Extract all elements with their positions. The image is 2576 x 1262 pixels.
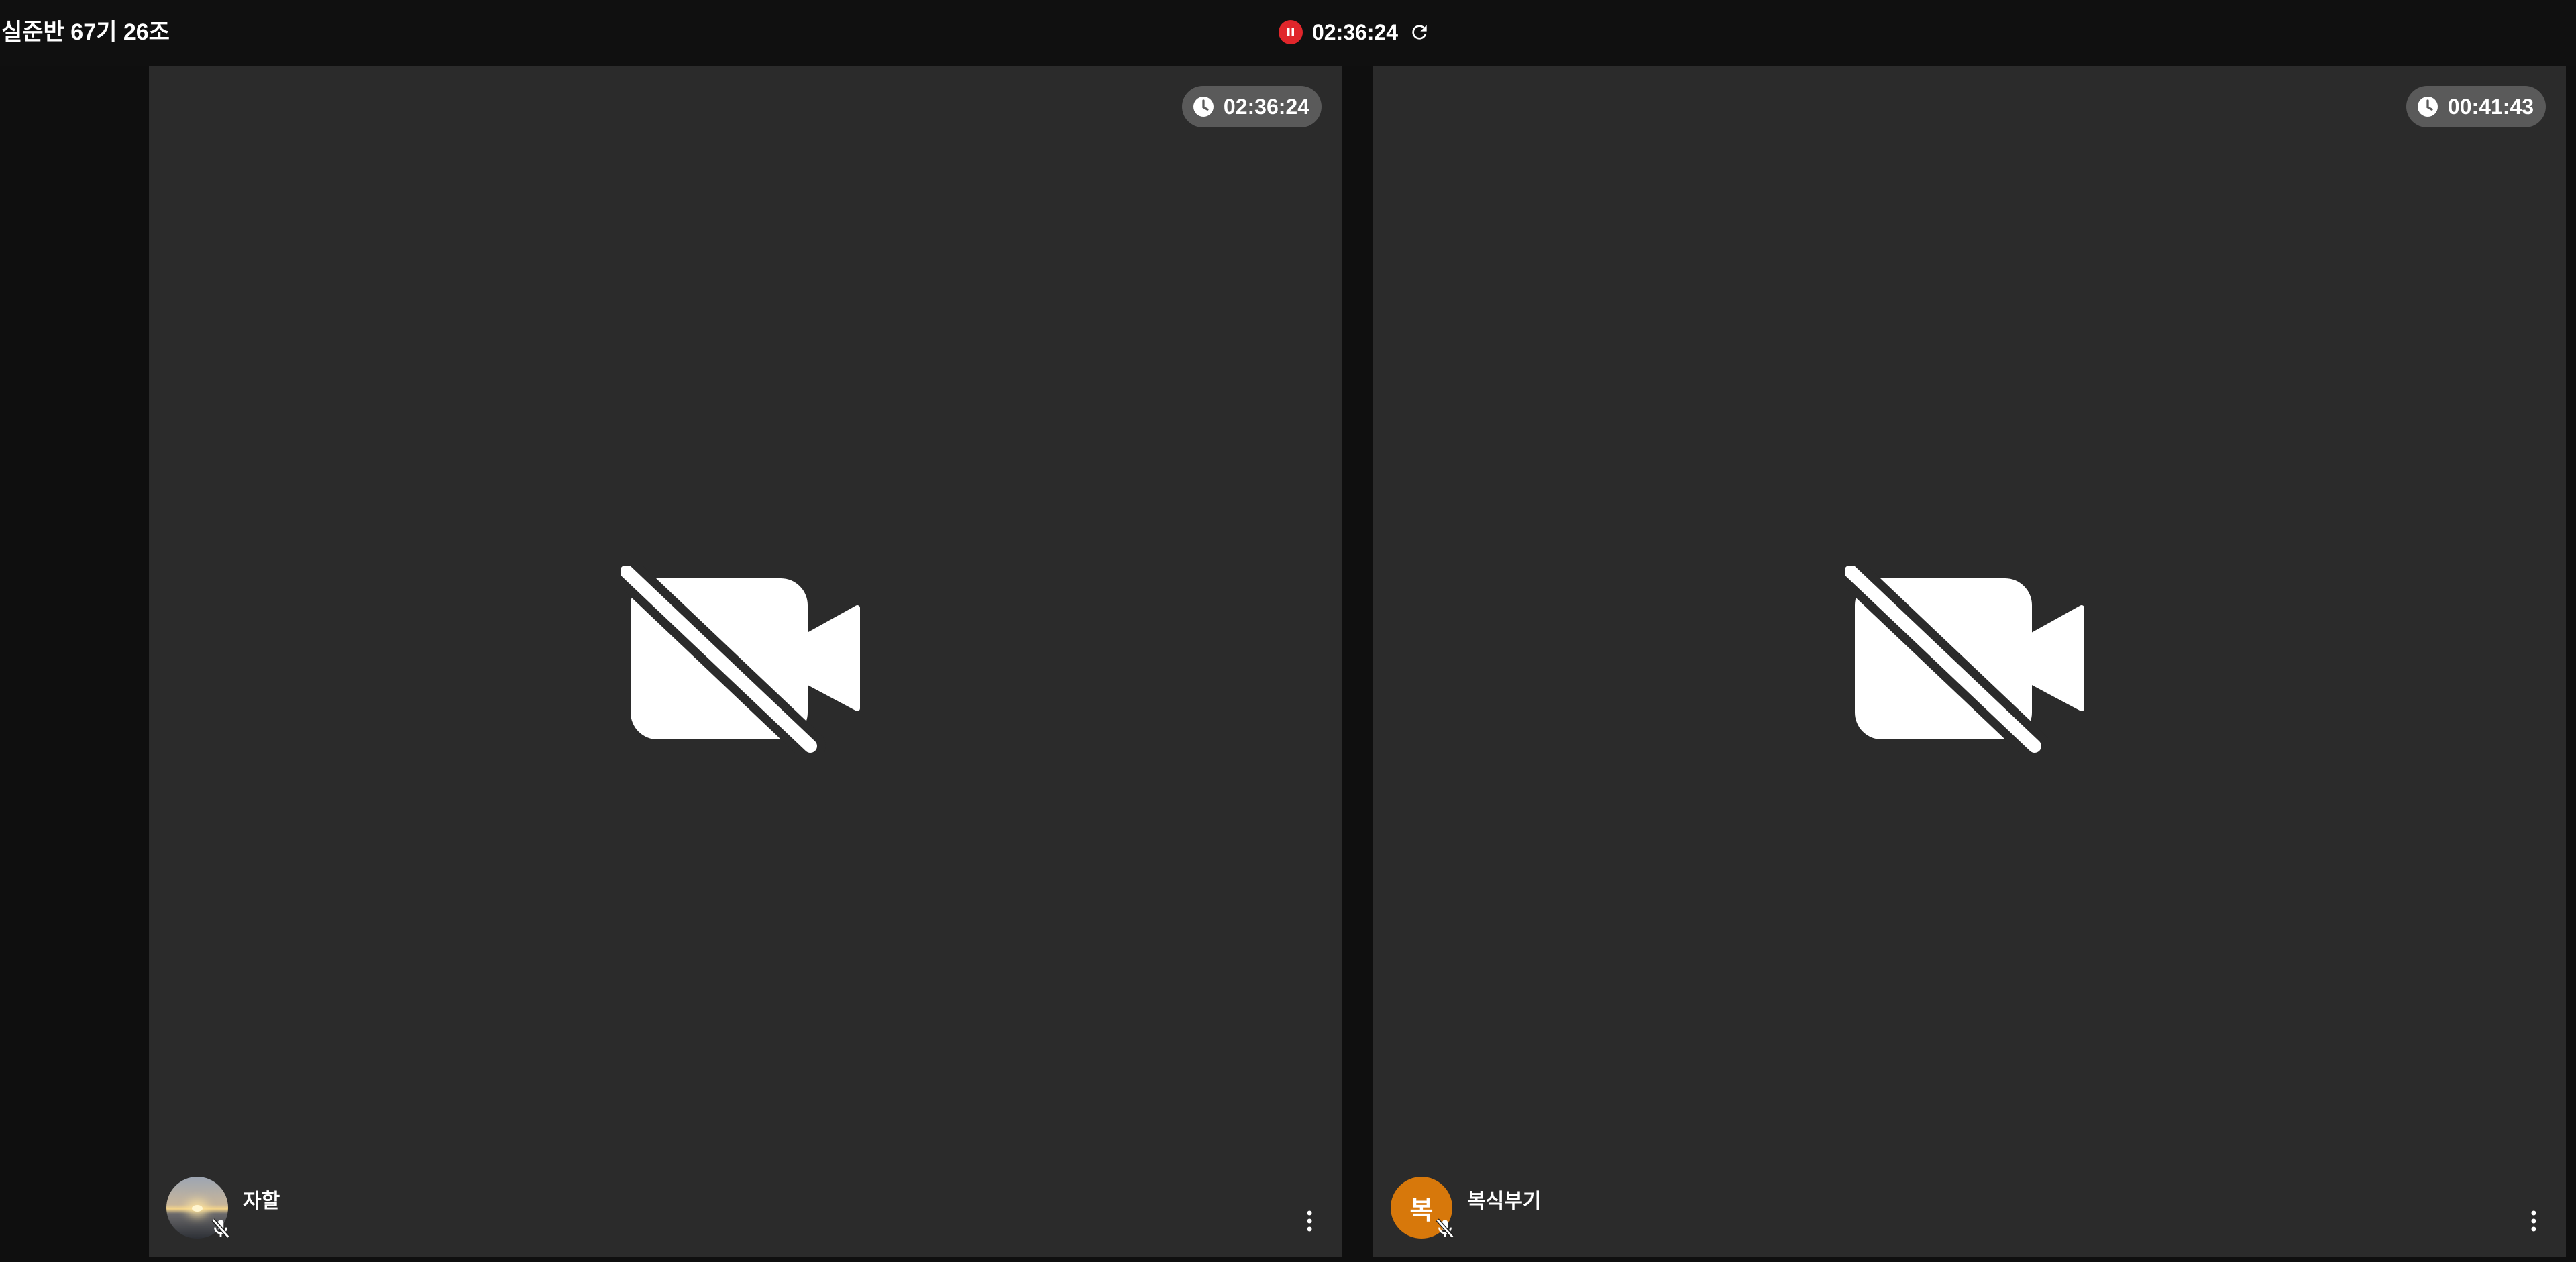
avatar[interactable]: 복 (1391, 1177, 1454, 1239)
refresh-button[interactable] (1407, 20, 1432, 44)
top-bar: 실준반 67기 26조 02:36:24 (0, 0, 2576, 66)
more-options-button[interactable] (2524, 1208, 2543, 1234)
pause-recording-button[interactable] (1279, 20, 1303, 44)
more-vert-icon (2531, 1210, 2536, 1232)
recording-time: 02:36:24 (1312, 20, 1399, 44)
participant-timer-badge: 00:41:43 (2406, 86, 2546, 127)
participant-name: 자할 (243, 1190, 280, 1212)
participant-timer-badge: 02:36:24 (1181, 86, 1322, 127)
mic-off-icon (209, 1217, 232, 1240)
participant-info: 자할 (166, 1177, 280, 1239)
participant-tile[interactable]: 00:41:43 복 복식부기 (1373, 66, 2566, 1257)
clock-icon (1193, 97, 1214, 117)
refresh-icon (1412, 25, 1427, 40)
more-options-button[interactable] (1300, 1208, 1319, 1234)
participant-name: 복식부기 (1467, 1190, 1542, 1212)
clock-icon (2417, 97, 2438, 117)
pause-icon (1287, 28, 1294, 36)
mic-off-icon (1434, 1217, 1456, 1240)
left-empty-area (0, 66, 149, 1262)
participant-timer: 00:41:43 (2447, 95, 2534, 119)
participant-timer: 02:36:24 (1223, 95, 1309, 119)
video-off-icon (1835, 556, 2088, 761)
participant-info: 복 복식부기 (1391, 1177, 1541, 1239)
video-off-icon (611, 556, 864, 761)
room-title: 실준반 67기 26조 (1, 19, 170, 45)
more-vert-icon (1307, 1210, 1312, 1232)
recording-status: 02:36:24 (1279, 17, 1432, 47)
avatar[interactable] (166, 1177, 230, 1239)
participant-tile[interactable]: 02:36:24 자할 (149, 66, 1342, 1257)
